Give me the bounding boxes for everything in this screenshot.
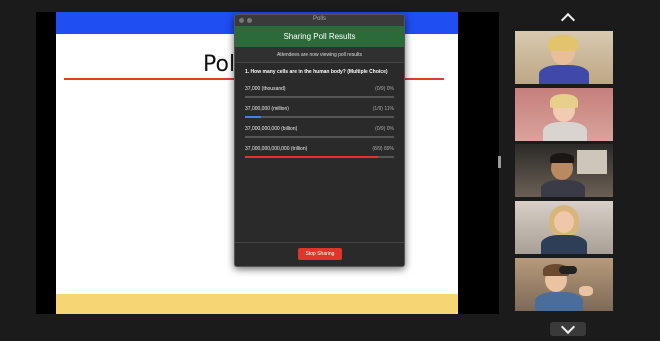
poll-results-window: Polls Sharing Poll Results Attendees are… — [234, 14, 405, 267]
window-titlebar[interactable]: Polls — [235, 15, 404, 26]
chevron-up-icon — [560, 12, 576, 27]
answer-bar-track — [245, 116, 394, 118]
video-tile-participant-4[interactable] — [515, 201, 613, 254]
poll-answer: 37,000,000,000 (billion) (0/9) 0% — [245, 122, 394, 142]
poll-answer: 37,000,000 (million) (1/9) 11% — [245, 102, 394, 122]
poll-answer: 37,000 (thousand) (0/9) 0% — [245, 82, 394, 102]
poll-window-footer: Stop Sharing — [235, 242, 404, 266]
answer-label: 37,000 (thousand) — [245, 86, 286, 92]
answer-stat: (0/9) 0% — [375, 126, 394, 132]
poll-subheading: Attendees are now viewing poll results — [235, 47, 404, 63]
video-tile-participant-3[interactable] — [515, 144, 613, 197]
chevron-down-icon — [560, 319, 576, 334]
answer-stat: (8/9) 89% — [372, 146, 394, 152]
answer-stat: (0/9) 0% — [375, 86, 394, 92]
resize-handle[interactable] — [498, 156, 501, 168]
slide-footer-bar — [56, 294, 458, 314]
answer-label: 37,000,000,000 (billion) — [245, 126, 298, 132]
answer-bar-track — [245, 156, 394, 158]
stop-sharing-button[interactable]: Stop Sharing — [298, 248, 342, 260]
answer-label: 37,000,000,000,000 (trillion) — [245, 146, 308, 152]
answer-label: 37,000,000 (million) — [245, 106, 289, 112]
video-tile-participant-1[interactable] — [515, 31, 613, 84]
answer-bar-fill — [245, 156, 378, 158]
participant-gallery — [505, 0, 625, 341]
answer-bar-track — [245, 96, 394, 98]
answer-stat: (1/9) 11% — [372, 106, 394, 112]
answer-bar-track — [245, 136, 394, 138]
gallery-scroll-up-button[interactable] — [550, 10, 586, 27]
window-title: Polls — [312, 16, 326, 22]
poll-question: 1. How many cells are in the human body?… — [245, 69, 388, 75]
video-tile-participant-5[interactable] — [515, 258, 613, 311]
zoom-meeting-screen: Poll Polls Sharing Poll Results Attendee… — [0, 0, 660, 341]
poll-banner: Sharing Poll Results — [235, 26, 404, 47]
answer-bar-fill — [245, 116, 262, 118]
poll-answer: 37,000,000,000,000 (trillion) (8/9) 89% — [245, 142, 394, 162]
gallery-scroll-down-button[interactable] — [550, 319, 586, 336]
video-tile-participant-2[interactable] — [515, 88, 613, 141]
